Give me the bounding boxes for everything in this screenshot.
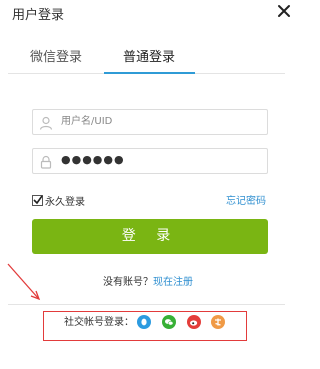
annotation-arrow-icon <box>0 258 50 308</box>
toutiao-icon[interactable] <box>211 315 225 329</box>
tab-normal-login[interactable]: 普通登录 <box>123 49 175 67</box>
remember-checkbox[interactable]: 永久登录 <box>32 195 85 210</box>
wechat-icon[interactable] <box>162 315 176 329</box>
remember-label: 永久登录 <box>45 197 85 208</box>
dialog-title: 用户登录 <box>12 8 65 23</box>
close-icon[interactable] <box>276 3 292 19</box>
tab-wechat-login[interactable]: 微信登录 <box>30 49 82 67</box>
register-prompt: 没有账号？现在注册 <box>103 276 193 290</box>
username-input[interactable]: 用户名/UID <box>32 109 268 135</box>
password-input[interactable]: ●●●●●● <box>32 148 268 174</box>
lock-icon <box>39 154 53 169</box>
qq-icon[interactable] <box>137 315 151 329</box>
social-login-label: 社交帐号登录： <box>64 317 134 328</box>
username-placeholder: 用户名/UID <box>61 116 113 127</box>
user-icon <box>39 115 53 130</box>
forgot-password-link[interactable]: 忘记密码 <box>226 195 266 209</box>
active-tab-indicator <box>104 72 195 74</box>
weibo-icon[interactable] <box>187 315 201 329</box>
register-link[interactable]: 现在注册 <box>153 277 193 288</box>
password-value: ●●●●●● <box>61 153 125 166</box>
login-button[interactable]: 登 录 <box>32 219 268 254</box>
register-prompt-text: 没有账号？ <box>103 277 153 288</box>
checkbox-checked-icon[interactable] <box>32 195 43 206</box>
